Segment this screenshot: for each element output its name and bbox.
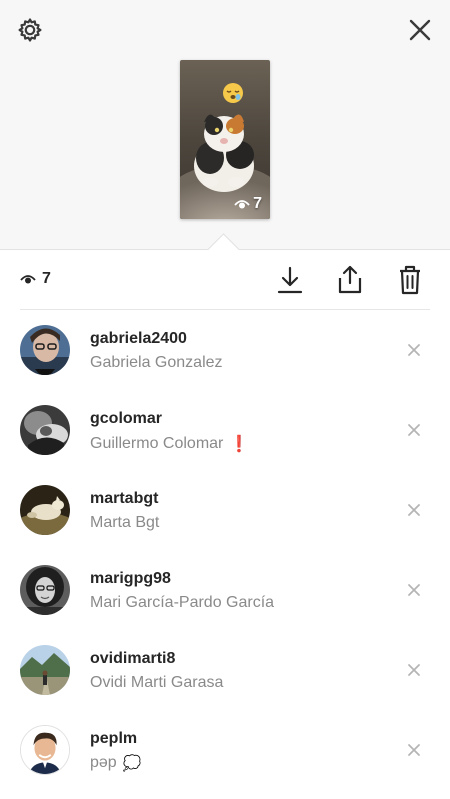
gear-icon[interactable] — [16, 16, 44, 44]
share-button[interactable] — [335, 264, 365, 296]
viewer-full-name-text: pəp — [90, 754, 117, 771]
close-icon — [408, 504, 420, 516]
exclamation-icon: ❗ — [229, 436, 250, 453]
viewer-username[interactable]: martabgt — [90, 490, 158, 508]
remove-viewer-button[interactable] — [404, 740, 424, 760]
viewer-full-name-text: Marta Bgt — [90, 514, 160, 531]
close-icon — [408, 744, 420, 756]
viewer-full-name-text: Gabriela Gonzalez — [90, 354, 223, 371]
viewer-full-name: Gabriela Gonzalez — [90, 354, 223, 372]
viewer-count-value: 7 — [42, 270, 51, 287]
remove-viewer-button[interactable] — [404, 500, 424, 520]
avatar[interactable] — [20, 485, 70, 535]
avatar[interactable] — [20, 565, 70, 615]
viewer-row[interactable]: marigpg98 Mari García-Pardo García — [0, 550, 450, 630]
delete-button[interactable] — [395, 264, 425, 296]
avatar[interactable] — [20, 405, 70, 455]
viewer-row[interactable]: gabriela2400 Gabriela Gonzalez — [0, 310, 450, 390]
viewer-actions-bar: 7 — [0, 250, 450, 310]
viewer-full-name: Mari García-Pardo García — [90, 594, 274, 612]
avatar[interactable] — [20, 325, 70, 375]
viewer-username[interactable]: gabriela2400 — [90, 330, 187, 348]
viewer-row[interactable]: peplm pəp 💭 — [0, 710, 450, 790]
viewer-username[interactable]: ovidimarti8 — [90, 650, 175, 668]
remove-viewer-button[interactable] — [404, 420, 424, 440]
close-icon — [408, 584, 420, 596]
remove-viewer-button[interactable] — [404, 340, 424, 360]
viewer-username[interactable]: marigpg98 — [90, 570, 171, 588]
viewer-username[interactable]: gcolomar — [90, 410, 162, 428]
viewer-full-name: Ovidi Marti Garasa — [90, 674, 223, 692]
eye-icon — [20, 275, 36, 284]
viewer-count: 7 — [20, 270, 51, 288]
viewer-row[interactable]: ovidimarti8 Ovidi Marti Garasa — [0, 630, 450, 710]
thumbnail-view-count: 7 — [234, 195, 262, 213]
remove-viewer-button[interactable] — [404, 580, 424, 600]
close-icon — [408, 424, 420, 436]
close-icon[interactable] — [406, 16, 434, 44]
viewer-row[interactable]: martabgt Marta Bgt — [0, 470, 450, 550]
close-icon — [408, 344, 420, 356]
viewer-row[interactable]: gcolomar Guillermo Colomar ❗ — [0, 390, 450, 470]
thought-bubble-icon: 💭 — [122, 755, 142, 772]
viewer-full-name: pəp 💭 — [90, 754, 141, 772]
eye-icon — [234, 200, 250, 209]
thumbnail-view-count-value: 7 — [253, 195, 262, 212]
story-thumbnail[interactable]: 7 — [180, 60, 270, 219]
viewer-list: gabriela2400 Gabriela Gonzalez gcolomar … — [0, 310, 450, 790]
viewer-full-name-text: Mari García-Pardo García — [90, 594, 275, 611]
share-icon — [338, 265, 362, 294]
viewer-username[interactable]: peplm — [90, 730, 137, 748]
viewer-full-name-text: Ovidi Marti Garasa — [90, 674, 224, 691]
avatar[interactable] — [20, 645, 70, 695]
sleepy-emoji-sticker — [222, 82, 244, 104]
trash-icon — [400, 265, 420, 295]
viewer-full-name: Marta Bgt — [90, 514, 159, 532]
remove-viewer-button[interactable] — [404, 660, 424, 680]
download-icon — [277, 266, 303, 294]
close-icon — [408, 664, 420, 676]
viewer-full-name-text: Guillermo Colomar — [90, 435, 224, 452]
story-preview-area: 7 — [0, 0, 450, 250]
viewer-full-name: Guillermo Colomar ❗ — [90, 434, 249, 454]
avatar[interactable] — [20, 725, 70, 775]
download-button[interactable] — [275, 264, 305, 296]
